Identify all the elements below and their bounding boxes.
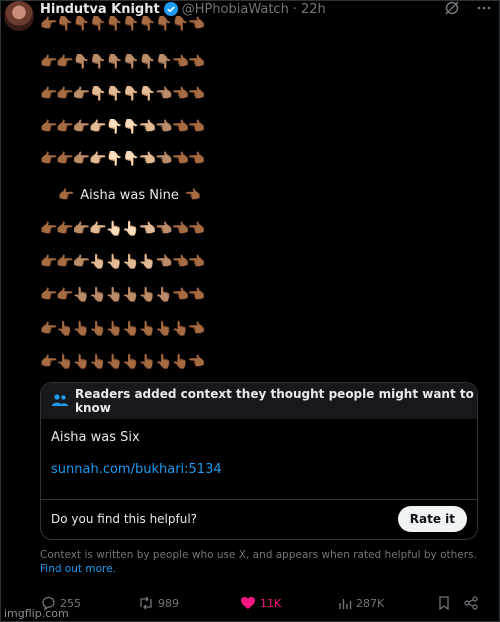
rate-it-button[interactable]: Rate it xyxy=(397,506,467,532)
emoji-row: 👉🏾👉🏾👉🏽👉🏼👇🏻👇🏻👈🏼👈🏽👈🏾👈🏾 xyxy=(40,119,205,135)
share-button[interactable] xyxy=(464,596,478,610)
repost-button[interactable]: 989 xyxy=(138,596,179,610)
center-line: 👉🏾 Aisha was Nine 👈🏾 xyxy=(58,185,201,205)
action-bar: 255 989 11K 287K xyxy=(40,596,480,614)
emoji-row: 👉🏾👆🏾👆🏾👆🏾👆🏾👆🏾👆🏾👆🏾👆🏾👈🏾 xyxy=(40,321,205,337)
helpful-question: Do you find this helpful? xyxy=(51,512,198,526)
avatar[interactable] xyxy=(4,1,34,31)
pointing-right-emoji: 👉🏾 xyxy=(58,187,75,203)
emoji-row: 👉🏾👉🏾👆🏽👆🏽👆🏽👆🏽👆🏽👆🏽👈🏾👈🏾 xyxy=(40,287,205,303)
header-actions xyxy=(444,0,492,20)
repost-count: 989 xyxy=(158,596,179,610)
community-note-footer: Do you find this helpful? Rate it xyxy=(41,500,477,538)
verified-badge-icon xyxy=(163,2,178,16)
views-chart-icon xyxy=(339,599,352,609)
context-text: Context is written by people who use X, … xyxy=(40,549,477,561)
post-time[interactable]: 22h xyxy=(301,2,326,17)
community-note-link[interactable]: sunnah.com/bukhari:5134 xyxy=(51,461,467,479)
find-out-more-link[interactable]: Find out more. xyxy=(40,562,480,576)
emoji-row: 👉🏾👇🏾👇🏾👇🏾👇🏾👇🏾👇🏾👇🏾👇🏾👈🏾 xyxy=(40,16,205,32)
pointing-left-emoji: 👈🏾 xyxy=(184,187,202,203)
header-separator: · xyxy=(292,1,297,17)
community-note-header: Readers added context they thought peopl… xyxy=(41,383,477,419)
context-info: Context is written by people who use X, … xyxy=(40,548,480,576)
emoji-row: 👉🏾👆🏾👆🏾👆🏾👆🏾👆🏾👆🏾👆🏾👆🏾👈🏾 xyxy=(40,354,205,370)
share-icon xyxy=(464,596,478,610)
watermark: imgflip.com xyxy=(4,607,69,620)
emoji-row: 👉🏾👉🏾👉🏽👆🏼👆🏼👆🏼👆🏼👈🏽👈🏾👈🏾 xyxy=(40,254,205,270)
people-icon xyxy=(51,393,69,410)
community-note-title: Readers added context they thought peopl… xyxy=(75,387,474,415)
center-text: Aisha was Nine xyxy=(80,187,179,203)
more-options-icon[interactable] xyxy=(476,0,492,20)
like-count: 11K xyxy=(260,596,282,610)
view-count: 287K xyxy=(356,596,385,610)
repost-icon xyxy=(140,596,152,610)
emoji-row: 👉🏾👉🏾👉🏽👇🏼👇🏼👇🏼👇🏼👈🏽👈🏾👈🏾 xyxy=(40,86,205,102)
emoji-row: 👉🏾👉🏾👉🏽👉🏼👇🏻👇🏻👈🏼👈🏽👈🏾👈🏾 xyxy=(40,151,205,167)
bookmark-button[interactable] xyxy=(438,596,450,610)
emoji-row: 👉🏾👉🏾👉🏽👉🏼👆🏻👆🏻👈🏼👈🏽👈🏾👈🏾 xyxy=(40,221,205,237)
views-button[interactable]: 287K xyxy=(338,596,384,610)
community-note-text: Aisha was Six xyxy=(51,430,140,445)
grok-icon[interactable] xyxy=(444,0,460,20)
heart-icon xyxy=(241,597,255,609)
community-note: Readers added context they thought peopl… xyxy=(40,382,478,540)
bookmark-icon xyxy=(439,596,449,610)
like-button[interactable]: 11K xyxy=(240,596,281,610)
emoji-row: 👉🏾👉🏾👇🏽👇🏽👇🏽👇🏽👇🏽👇🏽👈🏾👈🏾 xyxy=(40,54,205,70)
